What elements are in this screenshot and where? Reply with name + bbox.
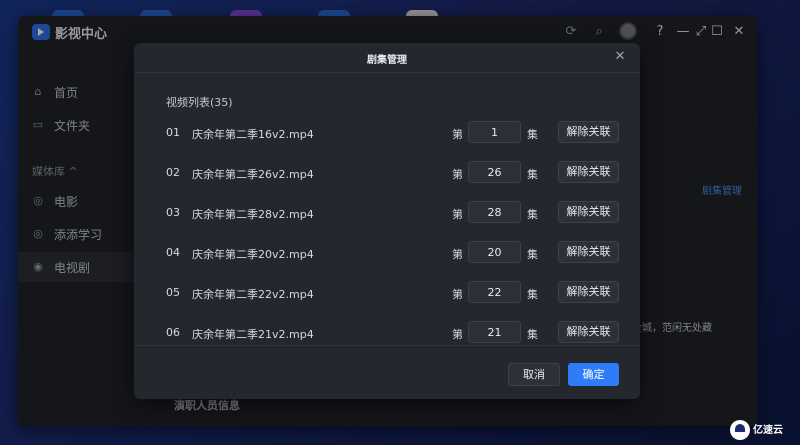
episode-suffix: 集 xyxy=(527,168,538,181)
episode-prefix: 第 xyxy=(452,288,463,301)
file-name: 庆余年第二季26v2.mp4 xyxy=(192,168,314,181)
watermark-text: 亿速云 xyxy=(753,424,783,436)
list-item: 02 庆余年第二季26v2.mp4 第 集 解除关联 xyxy=(134,153,640,193)
list-item: 01 庆余年第二季16v2.mp4 第 集 解除关联 xyxy=(134,113,640,153)
episode-number-input[interactable] xyxy=(468,161,521,183)
episode-prefix: 第 xyxy=(452,128,463,141)
unlink-button[interactable]: 解除关联 xyxy=(558,281,619,303)
episode-suffix: 集 xyxy=(527,248,538,261)
list-item: 06 庆余年第二季21v2.mp4 第 集 解除关联 xyxy=(134,313,640,343)
dialog-header: 剧集管理 ✕ xyxy=(134,43,640,73)
episode-number-input[interactable] xyxy=(468,321,521,343)
list-item: 03 庆余年第二季28v2.mp4 第 集 解除关联 xyxy=(134,193,640,233)
episode-prefix: 第 xyxy=(452,248,463,261)
episode-number-input[interactable] xyxy=(468,281,521,303)
unlink-button[interactable]: 解除关联 xyxy=(558,201,619,223)
unlink-button[interactable]: 解除关联 xyxy=(558,241,619,263)
episode-prefix: 第 xyxy=(452,208,463,221)
file-name: 庆余年第二季20v2.mp4 xyxy=(192,248,314,261)
watermark-logo-icon xyxy=(730,420,750,440)
file-name: 庆余年第二季16v2.mp4 xyxy=(192,128,314,141)
episode-prefix: 第 xyxy=(452,328,463,341)
list-item: 05 庆余年第二季22v2.mp4 第 集 解除关联 xyxy=(134,273,640,313)
file-name: 庆余年第二季28v2.mp4 xyxy=(192,208,314,221)
dialog-footer: 取消 确定 xyxy=(134,345,640,399)
dialog-title: 剧集管理 xyxy=(367,55,407,66)
row-index: 05 xyxy=(166,286,180,299)
watermark: 亿速云 xyxy=(730,418,796,442)
list-item: 04 庆余年第二季20v2.mp4 第 集 解除关联 xyxy=(134,233,640,273)
episode-suffix: 集 xyxy=(527,128,538,141)
file-name: 庆余年第二季22v2.mp4 xyxy=(192,288,314,301)
row-index: 01 xyxy=(166,126,180,139)
file-name: 庆余年第二季21v2.mp4 xyxy=(192,328,314,341)
episode-number-input[interactable] xyxy=(468,241,521,263)
cancel-button[interactable]: 取消 xyxy=(508,363,560,386)
episode-number-input[interactable] xyxy=(468,201,521,223)
confirm-button[interactable]: 确定 xyxy=(568,363,619,386)
episode-manage-dialog: 剧集管理 ✕ 视频列表(35) 01 庆余年第二季16v2.mp4 第 集 解除… xyxy=(134,43,640,399)
episode-list[interactable]: 01 庆余年第二季16v2.mp4 第 集 解除关联 02 庆余年第二季26v2… xyxy=(134,113,640,343)
unlink-button[interactable]: 解除关联 xyxy=(558,121,619,143)
video-list-title: 视频列表(35) xyxy=(166,96,233,109)
close-icon[interactable]: ✕ xyxy=(612,49,628,65)
episode-number-input[interactable] xyxy=(468,121,521,143)
episode-suffix: 集 xyxy=(527,328,538,341)
row-index: 03 xyxy=(166,206,180,219)
row-index: 06 xyxy=(166,326,180,339)
episode-suffix: 集 xyxy=(527,208,538,221)
row-index: 04 xyxy=(166,246,180,259)
episode-suffix: 集 xyxy=(527,288,538,301)
episode-prefix: 第 xyxy=(452,168,463,181)
unlink-button[interactable]: 解除关联 xyxy=(558,321,619,343)
unlink-button[interactable]: 解除关联 xyxy=(558,161,619,183)
row-index: 02 xyxy=(166,166,180,179)
